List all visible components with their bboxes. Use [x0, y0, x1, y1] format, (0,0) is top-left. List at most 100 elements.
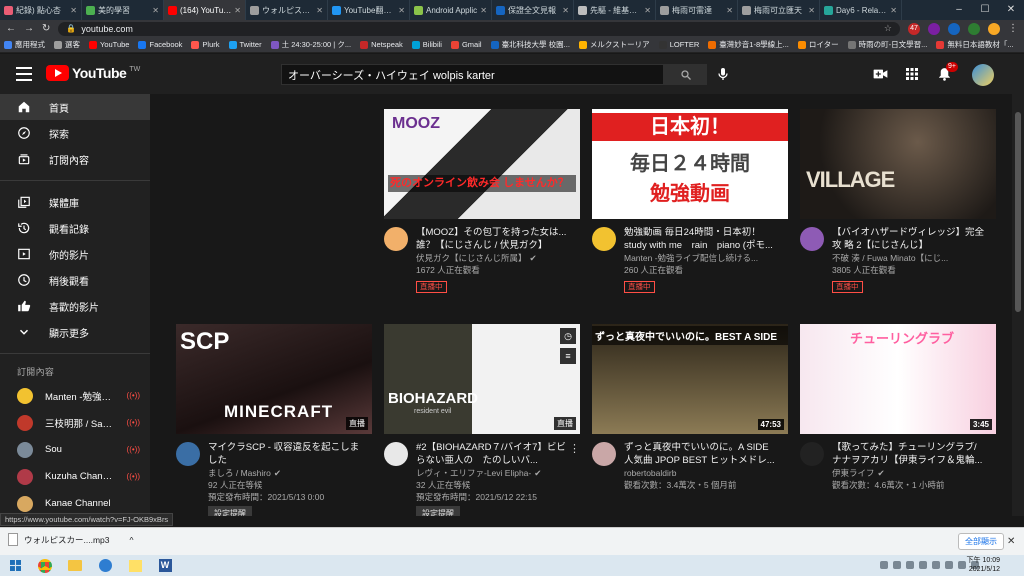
- taskbar-explorer[interactable]: [60, 555, 90, 576]
- sidebar-item[interactable]: 媒體庫: [0, 189, 150, 215]
- video-channel[interactable]: ましろ / Mashiro ✔: [208, 467, 360, 479]
- video-title[interactable]: 【バイオハザードヴィレッジ】完全 攻 略 2【にじさんじ】: [832, 227, 984, 252]
- video-thumbnail[interactable]: チューリングラブ 3:45: [800, 324, 996, 434]
- channel-name[interactable]: 伊東ライフ: [832, 468, 875, 478]
- sidebar-item[interactable]: 顯示更多: [0, 319, 150, 345]
- minimize-icon[interactable]: –: [946, 0, 972, 20]
- browser-tab[interactable]: 保證全文見報 ✕: [492, 0, 574, 20]
- close-download-bar-icon[interactable]: ✕: [1007, 536, 1015, 547]
- taskbar-word[interactable]: W: [150, 555, 180, 576]
- tab-close-icon[interactable]: ✕: [644, 6, 651, 15]
- bookmark-item[interactable]: Twitter: [228, 40, 262, 49]
- chevron-up-icon[interactable]: ^: [129, 535, 133, 545]
- video-title[interactable]: 勉強動画 毎日24時間・日本初！study with me rain piano…: [624, 227, 776, 252]
- menu-dots-icon[interactable]: ⋮: [1008, 23, 1018, 34]
- download-item[interactable]: ウォルピスカー....mp3 ^: [8, 533, 133, 546]
- sidebar-item[interactable]: 觀看記錄: [0, 215, 150, 241]
- star-icon[interactable]: ☆: [884, 23, 892, 34]
- bookmark-item[interactable]: メルクストーリア: [578, 39, 650, 50]
- back-icon[interactable]: ←: [6, 23, 16, 34]
- maximize-icon[interactable]: ☐: [972, 0, 998, 20]
- tab-close-icon[interactable]: ✕: [234, 6, 241, 15]
- show-all-downloads-button[interactable]: 全部顯示: [958, 533, 1004, 550]
- video-thumbnail[interactable]: 日本初！ 毎日２４時間 勉強動画: [592, 109, 788, 219]
- video-thumbnail[interactable]: VILLAGE: [800, 109, 996, 219]
- subscription-channel[interactable]: 三枝明那 / Saegus... ((•)): [0, 409, 150, 436]
- bookmark-item[interactable]: 時雨の町-日文學習...: [847, 39, 927, 50]
- sidebar-item[interactable]: 你的影片: [0, 241, 150, 267]
- tab-close-icon[interactable]: ✕: [316, 6, 323, 15]
- browser-tab[interactable]: 梅雨可需達 ✕: [656, 0, 738, 20]
- channel-name[interactable]: Manten -勉強ライブ配信し続ける...: [624, 253, 758, 263]
- bookmark-item[interactable]: 臺灣妙音1-8學線上...: [708, 39, 789, 50]
- sidebar-item[interactable]: 稍後觀看: [0, 267, 150, 293]
- bookmark-item[interactable]: Bilibili: [411, 40, 442, 49]
- video-title[interactable]: ずっと真夜中でいいのに。A SIDE人気曲 JPOP BEST ヒットメドレ..…: [624, 442, 776, 467]
- channel-name[interactable]: 伏見ガク【にじさんじ所属】: [416, 253, 527, 263]
- video-channel[interactable]: 不破 湊 / Fuwa Minato【にじ...: [832, 252, 984, 264]
- browser-tab[interactable]: (164) YouTube ✕: [164, 0, 246, 20]
- page-scrollbar[interactable]: [1012, 94, 1024, 516]
- browser-tab[interactable]: Day6 - Relative ✕: [820, 0, 902, 20]
- channel-name[interactable]: ましろ / Mashiro: [208, 468, 271, 478]
- subscription-channel[interactable]: Kuzuha Channel ((•)): [0, 463, 150, 490]
- video-channel[interactable]: レヴィ・エリファ-Levi Elipha- ✔: [416, 467, 568, 479]
- video-card[interactable]: 日本初！ 毎日２４時間 勉強動画勉強動画 毎日24時間・日本初！study with…: [592, 109, 788, 294]
- sidebar-item[interactable]: 喜歡的影片: [0, 293, 150, 319]
- set-reminder-button[interactable]: 設定提醒: [416, 506, 460, 516]
- subscription-channel[interactable]: Sou ((•)): [0, 436, 150, 463]
- extension-icon[interactable]: 47: [908, 22, 920, 35]
- video-thumbnail[interactable]: SCP MINECRAFT 直播: [176, 324, 372, 434]
- tab-close-icon[interactable]: ✕: [890, 6, 897, 15]
- browser-tab[interactable]: 先驅 - 維基百科 ✕: [574, 0, 656, 20]
- clock-icon[interactable]: ◷: [560, 328, 576, 344]
- bookmark-item[interactable]: 無料日本語教材「...: [936, 39, 1014, 50]
- browser-tab[interactable]: 紀錄) 點心杏 ✕: [0, 0, 82, 20]
- channel-avatar[interactable]: [800, 442, 824, 466]
- create-video-button[interactable]: [872, 66, 888, 82]
- forward-icon[interactable]: →: [24, 23, 34, 34]
- channel-name[interactable]: レヴィ・エリファ-Levi Elipha-: [416, 468, 531, 478]
- video-card[interactable]: SCP MINECRAFT 直播 マイクラSCP - 収容違反を起こしました ましろ /…: [176, 324, 372, 516]
- taskbar-media[interactable]: [90, 555, 120, 576]
- tab-close-icon[interactable]: ✕: [480, 6, 487, 15]
- video-card[interactable]: BIOHAZARD resident evil ◷ ≡ 直播 #2【BIOHAZARD７/…: [384, 324, 580, 516]
- more-actions-icon[interactable]: ⋮: [569, 442, 580, 455]
- tab-close-icon[interactable]: ✕: [808, 6, 815, 15]
- video-title[interactable]: 【MOOZ】その包丁を持った女は...誰？【にじさんじ / 伏見ガク】: [416, 227, 568, 252]
- video-card[interactable]: チューリングラブ 3:45 【歌ってみた】チューリングラブ/ナナヲアカリ【伊東ライフ…: [800, 324, 996, 491]
- channel-avatar[interactable]: [384, 227, 408, 251]
- channel-name[interactable]: robertobaldirb: [624, 468, 676, 478]
- bookmark-item[interactable]: Facebook: [138, 40, 182, 49]
- bookmark-item[interactable]: Netspeak: [360, 40, 403, 49]
- apps-button[interactable]: [904, 66, 920, 82]
- video-channel[interactable]: Manten -勉強ライブ配信し続ける...: [624, 252, 776, 264]
- video-thumbnail[interactable]: ずっと真夜中でいいのに。BEST A SIDE 47:53: [592, 324, 788, 434]
- bookmark-item[interactable]: 臺北科技大學 校園...: [490, 39, 570, 50]
- bookmark-item[interactable]: LOFTER: [658, 40, 699, 49]
- add-to-queue-icon[interactable]: ≡: [560, 348, 576, 364]
- tab-close-icon[interactable]: ✕: [726, 6, 733, 15]
- browser-tab[interactable]: Android Applic ✕: [410, 0, 492, 20]
- bookmark-item[interactable]: Gmail: [450, 40, 482, 49]
- user-avatar[interactable]: [972, 64, 994, 86]
- tab-close-icon[interactable]: ✕: [398, 6, 405, 15]
- sidebar-item[interactable]: 訂閱內容: [0, 146, 150, 172]
- channel-avatar[interactable]: [592, 227, 616, 251]
- video-thumbnail[interactable]: BIOHAZARD resident evil ◷ ≡ 直播: [384, 324, 580, 434]
- sidebar-item[interactable]: 首頁: [0, 94, 150, 120]
- profile-icon[interactable]: [988, 22, 1000, 35]
- start-button[interactable]: [0, 555, 30, 576]
- taskbar-notes[interactable]: [120, 555, 150, 576]
- system-clock[interactable]: 下午 10:09 2021/5/12: [967, 557, 1000, 574]
- search-input[interactable]: [281, 64, 664, 85]
- channel-avatar[interactable]: [176, 442, 200, 466]
- extension-icon[interactable]: [948, 22, 960, 35]
- extension-icon[interactable]: [928, 22, 940, 35]
- close-window-icon[interactable]: ✕: [998, 0, 1024, 20]
- bookmark-item[interactable]: 選客: [54, 39, 80, 50]
- browser-tab[interactable]: YouTube翻MP ✕: [328, 0, 410, 20]
- browser-tab[interactable]: 美的學習 ✕: [82, 0, 164, 20]
- scrollbar-thumb[interactable]: [1015, 112, 1021, 312]
- browser-tab[interactable]: 梅雨可立匯天 ✕: [738, 0, 820, 20]
